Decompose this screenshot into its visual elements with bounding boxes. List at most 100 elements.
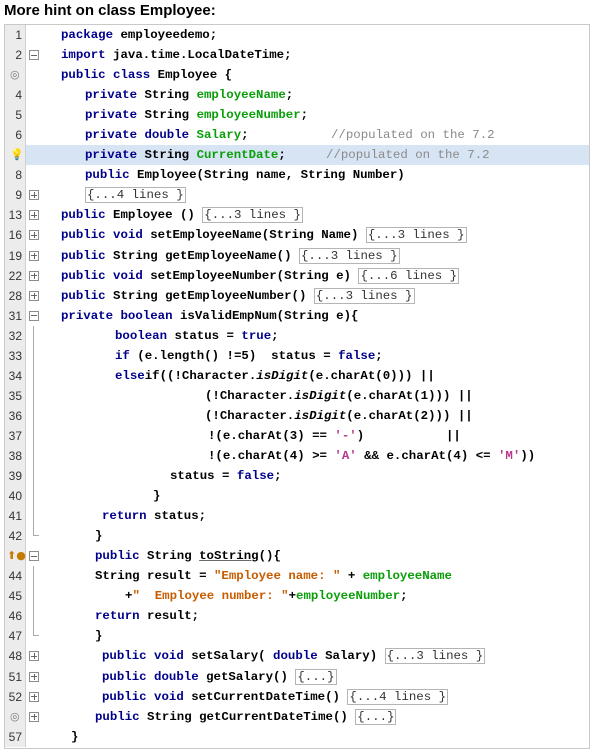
override-marker-icon[interactable]: ◎ <box>10 710 20 724</box>
code-line-3[interactable]: ◎ public class Employee { <box>5 65 589 86</box>
keyword: public <box>61 208 106 223</box>
keyword: return <box>95 609 140 624</box>
line-number: 13 <box>5 205 26 226</box>
code-line-37[interactable]: 37 !(e.charAt(3) == '-') || <box>5 425 589 446</box>
code-line-5[interactable]: 5 private String employeeNumber; <box>5 105 589 126</box>
code-text: (e.charAt(1))) || <box>346 388 473 403</box>
expand-fold-icon[interactable] <box>29 250 39 261</box>
expand-fold-icon[interactable] <box>29 290 39 301</box>
code-line-19[interactable]: 19 public String getEmployeeName() {...3… <box>5 245 589 266</box>
collapsed-block[interactable]: {...3 lines } <box>313 287 415 304</box>
code-text: ; <box>241 128 249 143</box>
keyword: public double <box>102 669 199 684</box>
code-line-42[interactable]: 42 } <box>5 526 589 547</box>
code-text: if((!Character. <box>144 368 257 383</box>
code-line-48[interactable]: 48 public void setSalary( double Salary)… <box>5 646 589 667</box>
fold-guide <box>33 506 34 527</box>
code-text: (e.length() !=5) status = <box>129 348 339 363</box>
code-text: ) || <box>356 428 461 443</box>
collapsed-block[interactable]: {...6 lines } <box>358 267 460 284</box>
collapsed-block[interactable]: {...3 lines } <box>384 648 486 665</box>
collapse-fold-icon[interactable] <box>29 310 39 321</box>
keyword: public void <box>102 689 184 704</box>
collapsed-block[interactable]: {...3 lines } <box>298 247 400 264</box>
code-line-7[interactable]: 💡 private String CurrentDate; //populate… <box>5 145 589 166</box>
code-line-6[interactable]: 6 private double Salary; //populated on … <box>5 125 589 146</box>
code-line-57[interactable]: 57 } <box>5 726 589 747</box>
code-line-43[interactable]: ⬆● public String toString(){ <box>5 546 589 567</box>
code-line-22[interactable]: 22 public void setEmployeeNumber(String … <box>5 265 589 286</box>
code-line-40[interactable]: 40 } <box>5 486 589 507</box>
line-number: 4 <box>5 85 26 106</box>
line-number: 52 <box>5 686 26 707</box>
code-line-28[interactable]: 28 public String getEmployeeNumber() {..… <box>5 285 589 306</box>
code-line-47[interactable]: 47 } <box>5 626 589 647</box>
collapsed-block[interactable]: {...} <box>295 668 337 685</box>
expand-fold-icon[interactable] <box>29 671 39 682</box>
lightbulb-hint-icon[interactable]: 💡 <box>10 148 24 162</box>
expand-fold-icon[interactable] <box>29 270 39 281</box>
fold-end <box>33 526 39 537</box>
collapsed-block[interactable]: {...} <box>355 708 397 725</box>
code-line-36[interactable]: 36 (!Character.isDigit(e.charAt(2))) || <box>5 405 589 426</box>
code-text: String result = <box>95 569 214 584</box>
collapsed-block[interactable]: {...3 lines } <box>202 207 303 224</box>
code-line-38[interactable]: 38 !(e.charAt(4) >= 'A' && e.charAt(4) <… <box>5 445 589 467</box>
code-line-53[interactable]: ◎ public String getCurrentDateTime() {..… <box>5 706 589 727</box>
line-number: 8 <box>5 165 26 186</box>
override-up-arrow-icon[interactable]: ⬆● <box>7 549 26 563</box>
code-line-34[interactable]: 34 elseif((!Character.isDigit(e.charAt(0… <box>5 365 589 386</box>
code-line-45[interactable]: 45 +" Employee number: "+employeeNumber; <box>5 586 589 607</box>
code-text: employeedemo; <box>113 28 218 42</box>
code-line-31[interactable]: 31 private boolean isValidEmpNum(String … <box>5 305 589 326</box>
fold-guide <box>33 566 34 587</box>
collapsed-block[interactable]: {...4 lines } <box>347 688 449 705</box>
keyword: private <box>85 88 138 103</box>
code-text: (){ <box>258 549 281 564</box>
code-line-41[interactable]: 41 return status; <box>5 506 589 527</box>
method-call: isDigit <box>256 368 309 383</box>
line-number: 16 <box>5 225 26 246</box>
keyword: else <box>115 368 145 383</box>
collapse-fold-icon[interactable] <box>29 551 39 562</box>
line-number: 9 <box>5 185 26 206</box>
code-text: status = <box>167 328 242 343</box>
expand-fold-icon[interactable] <box>29 230 39 241</box>
expand-fold-icon[interactable] <box>29 190 39 201</box>
code-line-1[interactable]: 1 package employeedemo; <box>5 25 589 46</box>
collapse-fold-icon[interactable] <box>29 50 39 61</box>
code-line-44[interactable]: 44 String result = "Employee name: " + e… <box>5 566 589 587</box>
code-line-13[interactable]: 13 public Employee () {...3 lines } <box>5 205 589 226</box>
collapsed-block[interactable]: {...4 lines } <box>85 187 186 204</box>
fold-guide <box>33 466 34 487</box>
expand-fold-icon[interactable] <box>29 711 39 722</box>
keyword: double <box>273 649 318 664</box>
code-line-35[interactable]: 35 (!Character.isDigit(e.charAt(1))) || <box>5 385 589 406</box>
code-text: result; <box>139 609 200 624</box>
keyword: public void <box>102 649 184 664</box>
field-name: Salary <box>189 128 242 143</box>
expand-fold-icon[interactable] <box>29 210 39 221</box>
code-line-32[interactable]: 32 boolean status = true; <box>5 325 589 346</box>
line-number: 22 <box>5 265 26 286</box>
override-marker-icon[interactable]: ◎ <box>10 68 20 82</box>
code-line-16[interactable]: 16 public void setEmployeeName(String Na… <box>5 225 589 246</box>
code-editor[interactable]: 1 package employeedemo; 2 import java.ti… <box>4 24 590 749</box>
keyword: public <box>95 709 140 724</box>
code-line-52[interactable]: 52 public void setCurrentDateTime() {...… <box>5 686 589 707</box>
code-line-8[interactable]: 8 public Employee(String name, String Nu… <box>5 165 589 186</box>
code-line-39[interactable]: 39 status = false; <box>5 466 589 487</box>
code-text: } <box>95 629 103 644</box>
expand-fold-icon[interactable] <box>29 651 39 662</box>
line-number: 34 <box>5 365 26 386</box>
line-number: 37 <box>5 425 26 446</box>
code-line-33[interactable]: 33 if (e.length() !=5) status = false; <box>5 345 589 366</box>
code-line-9[interactable]: 9 {...4 lines } <box>5 185 589 206</box>
code-line-46[interactable]: 46 return result; <box>5 606 589 627</box>
code-line-2[interactable]: 2 import java.time.LocalDateTime; <box>5 45 589 66</box>
expand-fold-icon[interactable] <box>29 691 39 702</box>
code-line-4[interactable]: 4 private String employeeName; <box>5 85 589 106</box>
collapsed-block[interactable]: {...3 lines } <box>365 227 467 244</box>
code-line-51[interactable]: 51 public double getSalary() {...} <box>5 666 589 687</box>
code-text: (!Character. <box>205 408 295 423</box>
